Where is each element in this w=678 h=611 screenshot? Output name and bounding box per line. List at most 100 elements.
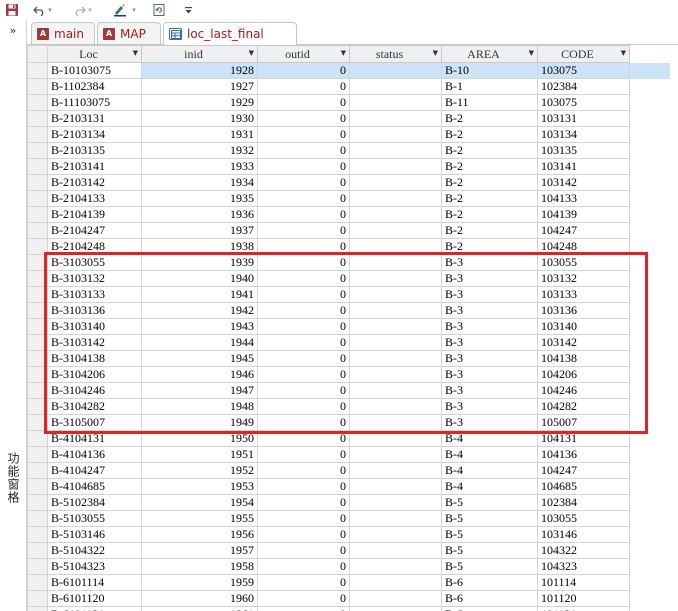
- record-selector[interactable]: [27, 62, 48, 79]
- table-row[interactable]: B-5103055 1955 0 B-5 103055: [27, 510, 670, 527]
- cell-loc[interactable]: B-11103075: [47, 94, 142, 111]
- table-row[interactable]: B-3103140 1943 0 B-3 103140: [27, 318, 670, 335]
- cell-code[interactable]: 104322: [537, 542, 630, 559]
- cell-outid[interactable]: 0: [257, 494, 350, 511]
- cell-inid[interactable]: 1954: [141, 494, 258, 511]
- cell-loc[interactable]: B-3103132: [47, 270, 142, 287]
- cell-area[interactable]: B-3: [441, 398, 538, 415]
- cell-inid[interactable]: 1949: [141, 414, 258, 431]
- filter-dropdown-icon[interactable]: ▼: [529, 49, 534, 57]
- cell-code[interactable]: 103132: [537, 270, 630, 287]
- cell-code[interactable]: 103140: [537, 318, 630, 335]
- cell-inid[interactable]: 1955: [141, 510, 258, 527]
- cell-loc[interactable]: B-2103131: [47, 110, 142, 127]
- record-selector[interactable]: [27, 158, 48, 175]
- cell-code[interactable]: 104685: [537, 478, 630, 495]
- cell-inid[interactable]: 1927: [141, 78, 258, 95]
- cell-area[interactable]: B-3: [441, 254, 538, 271]
- record-selector[interactable]: [27, 382, 48, 399]
- cell-loc[interactable]: B-6101114: [47, 574, 142, 591]
- cell-outid[interactable]: 0: [257, 542, 350, 559]
- cell-code[interactable]: 104138: [537, 350, 630, 367]
- cell-loc[interactable]: B-5103055: [47, 510, 142, 527]
- filter-dropdown-icon[interactable]: ▼: [249, 49, 254, 57]
- cell-code[interactable]: 103136: [537, 302, 630, 319]
- cell-outid[interactable]: 0: [257, 590, 350, 607]
- cell-inid[interactable]: 1953: [141, 478, 258, 495]
- cell-status[interactable]: [349, 62, 442, 79]
- cell-outid[interactable]: 0: [257, 430, 350, 447]
- cell-outid[interactable]: 0: [257, 574, 350, 591]
- cell-area[interactable]: B-5: [441, 542, 538, 559]
- cell-loc[interactable]: B-3103142: [47, 334, 142, 351]
- cell-code[interactable]: 101120: [537, 590, 630, 607]
- cell-loc[interactable]: B-5104322: [47, 542, 142, 559]
- record-selector[interactable]: [27, 94, 48, 111]
- record-selector[interactable]: [27, 190, 48, 207]
- cell-status[interactable]: [349, 158, 442, 175]
- cell-code[interactable]: 104323: [537, 558, 630, 575]
- cell-area[interactable]: B-2: [441, 206, 538, 223]
- cell-status[interactable]: [349, 254, 442, 271]
- filter-dropdown-icon[interactable]: ▼: [133, 49, 138, 57]
- redo-icon[interactable]: [72, 1, 86, 19]
- table-row[interactable]: B-1102384 1927 0 B-1 102384: [27, 78, 670, 95]
- table-row[interactable]: B-3104138 1945 0 B-3 104138: [27, 350, 670, 367]
- cell-code[interactable]: 104206: [537, 366, 630, 383]
- cell-inid[interactable]: 1947: [141, 382, 258, 399]
- cell-area[interactable]: B-5: [441, 526, 538, 543]
- cell-status[interactable]: [349, 446, 442, 463]
- table-row[interactable]: B-3103133 1941 0 B-3 103133: [27, 286, 670, 303]
- cell-area[interactable]: B-2: [441, 190, 538, 207]
- cell-inid[interactable]: 1933: [141, 158, 258, 175]
- cell-outid[interactable]: 0: [257, 382, 350, 399]
- cell-status[interactable]: [349, 382, 442, 399]
- cell-outid[interactable]: 0: [257, 238, 350, 255]
- expand-nav-pane-button[interactable]: »: [4, 24, 22, 40]
- cell-inid[interactable]: 1952: [141, 462, 258, 479]
- table-row[interactable]: B-4104247 1952 0 B-4 104247: [27, 462, 670, 479]
- table-row[interactable]: B-2104248 1938 0 B-2 104248: [27, 238, 670, 255]
- cell-status[interactable]: [349, 302, 442, 319]
- cell-code[interactable]: 104131: [537, 430, 630, 447]
- cell-code[interactable]: 103075: [537, 94, 630, 111]
- record-selector[interactable]: [27, 494, 48, 511]
- cell-outid[interactable]: 0: [257, 190, 350, 207]
- cell-inid[interactable]: 1930: [141, 110, 258, 127]
- cell-status[interactable]: [349, 318, 442, 335]
- table-row[interactable]: B-3103132 1940 0 B-3 103132: [27, 270, 670, 287]
- record-selector[interactable]: [27, 110, 48, 127]
- cell-status[interactable]: [349, 94, 442, 111]
- table-row[interactable]: B-3103136 1942 0 B-3 103136: [27, 302, 670, 319]
- cell-outid[interactable]: 0: [257, 78, 350, 95]
- cell-inid[interactable]: 1929: [141, 94, 258, 111]
- cell-area[interactable]: B-5: [441, 510, 538, 527]
- record-selector[interactable]: [27, 606, 48, 611]
- cell-area[interactable]: B-4: [441, 430, 538, 447]
- record-selector[interactable]: [27, 350, 48, 367]
- cell-inid[interactable]: 1960: [141, 590, 258, 607]
- cell-status[interactable]: [349, 366, 442, 383]
- cell-area[interactable]: B-4: [441, 478, 538, 495]
- record-selector[interactable]: [27, 78, 48, 95]
- cell-loc[interactable]: B-3104138: [47, 350, 142, 367]
- cell-outid[interactable]: 0: [257, 94, 350, 111]
- cell-status[interactable]: [349, 238, 442, 255]
- record-selector[interactable]: [27, 398, 48, 415]
- save-icon[interactable]: [3, 1, 21, 19]
- cell-area[interactable]: B-1: [441, 78, 538, 95]
- record-selector[interactable]: [27, 270, 48, 287]
- cell-inid[interactable]: 1940: [141, 270, 258, 287]
- cell-outid[interactable]: 0: [257, 302, 350, 319]
- table-row[interactable]: B-4104685 1953 0 B-4 104685: [27, 478, 670, 495]
- cell-status[interactable]: [349, 574, 442, 591]
- column-header-code[interactable]: CODE ▼: [537, 45, 630, 63]
- refresh-icon[interactable]: [150, 1, 168, 19]
- cell-inid[interactable]: 1937: [141, 222, 258, 239]
- cell-area[interactable]: B-3: [441, 414, 538, 431]
- cell-status[interactable]: [349, 350, 442, 367]
- record-selector[interactable]: [27, 206, 48, 223]
- table-row[interactable]: B-2104139 1936 0 B-2 104139: [27, 206, 670, 223]
- cell-loc[interactable]: B-6101121: [47, 606, 142, 611]
- cell-area[interactable]: B-3: [441, 350, 538, 367]
